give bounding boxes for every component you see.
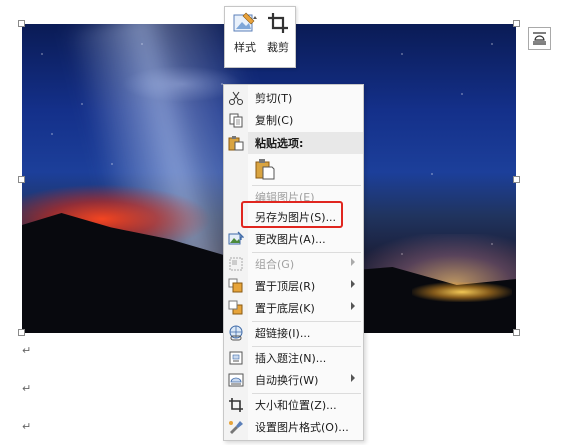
resize-handle-left[interactable] <box>18 176 25 183</box>
paragraph-mark: ↵ <box>22 382 32 395</box>
menu-item-bring-to-front-label: 置于顶层(R) <box>255 280 316 293</box>
resize-handle-right[interactable] <box>513 176 520 183</box>
menu-item-hyperlink[interactable]: 超链接(I)... <box>224 322 363 344</box>
menu-item-copy[interactable]: 复制(C) <box>224 109 363 131</box>
menu-item-format-picture[interactable]: 设置图片格式(O)... <box>224 416 363 438</box>
paragraph-mark: ↵ <box>22 420 32 433</box>
submenu-arrow-icon <box>351 258 355 266</box>
hyperlink-icon <box>229 325 243 341</box>
crop-button[interactable]: 裁剪 <box>261 11 295 55</box>
style-button-label: 样式 <box>234 41 256 54</box>
send-to-back-icon <box>228 300 243 315</box>
context-menu: 剪切(T) 复制(C) 粘贴选项: 编辑图片(E) 另存为图片(S)... 更改… <box>223 84 364 441</box>
style-button[interactable]: 样式 <box>228 11 262 55</box>
menu-item-copy-label: 复制(C) <box>255 114 294 127</box>
menu-item-size-and-position[interactable]: 大小和位置(Z)... <box>224 394 363 416</box>
menu-item-send-to-back-label: 置于底层(K) <box>255 302 315 315</box>
resize-handle-bottom-right[interactable] <box>513 329 520 336</box>
resize-handle-bottom-left[interactable] <box>18 329 25 336</box>
menu-item-size-and-position-label: 大小和位置(Z)... <box>255 399 337 412</box>
menu-item-cut-label: 剪切(T) <box>255 92 293 105</box>
size-position-icon <box>229 398 243 412</box>
menu-item-hyperlink-label: 超链接(I)... <box>255 327 311 340</box>
menu-item-group-label: 组合(G) <box>255 258 295 271</box>
picture-city-lights <box>412 282 512 302</box>
format-picture-icon <box>229 421 243 434</box>
copy-icon <box>229 113 243 128</box>
menu-item-wrap-text-label: 自动换行(W) <box>255 374 319 387</box>
menu-item-group[interactable]: 组合(G) <box>224 253 363 275</box>
change-picture-icon <box>228 231 244 245</box>
menu-item-bring-to-front[interactable]: 置于顶层(R) <box>224 275 363 297</box>
mini-toolbar: 样式 裁剪 <box>224 6 296 68</box>
resize-handle-top-left[interactable] <box>18 20 25 27</box>
menu-item-insert-caption[interactable]: 插入题注(N)... <box>224 347 363 369</box>
paragraph-mark: ↵ <box>22 344 32 357</box>
menu-item-send-to-back[interactable]: 置于底层(K) <box>224 297 363 319</box>
submenu-arrow-icon <box>351 280 355 288</box>
menu-item-change-picture-label: 更改图片(A)... <box>255 233 326 246</box>
resize-handle-top-right[interactable] <box>513 20 520 27</box>
paste-option-buttons <box>224 156 363 184</box>
picture-style-icon <box>233 12 257 32</box>
paste-options-header: 粘贴选项: <box>224 132 363 154</box>
menu-item-change-picture[interactable]: 更改图片(A)... <box>224 228 363 250</box>
layout-options-button[interactable] <box>528 27 551 50</box>
paste-options-label: 粘贴选项: <box>255 137 304 150</box>
bring-to-front-icon <box>228 278 243 293</box>
crop-icon <box>268 13 288 33</box>
scissors-icon <box>229 91 243 105</box>
paste-keep-source-icon[interactable] <box>255 158 275 180</box>
menu-item-wrap-text[interactable]: 自动换行(W) <box>224 369 363 391</box>
layout-options-icon <box>533 32 546 45</box>
group-icon <box>229 257 243 271</box>
menu-item-insert-caption-label: 插入题注(N)... <box>255 352 327 365</box>
submenu-arrow-icon <box>351 374 355 382</box>
paste-icon <box>228 136 244 151</box>
highlight-box <box>241 201 343 228</box>
insert-caption-icon <box>229 351 243 365</box>
submenu-arrow-icon <box>351 302 355 310</box>
menu-item-cut[interactable]: 剪切(T) <box>224 87 363 109</box>
wrap-text-icon <box>228 373 244 387</box>
menu-item-format-picture-label: 设置图片格式(O)... <box>255 421 349 434</box>
crop-button-label: 裁剪 <box>267 41 289 54</box>
